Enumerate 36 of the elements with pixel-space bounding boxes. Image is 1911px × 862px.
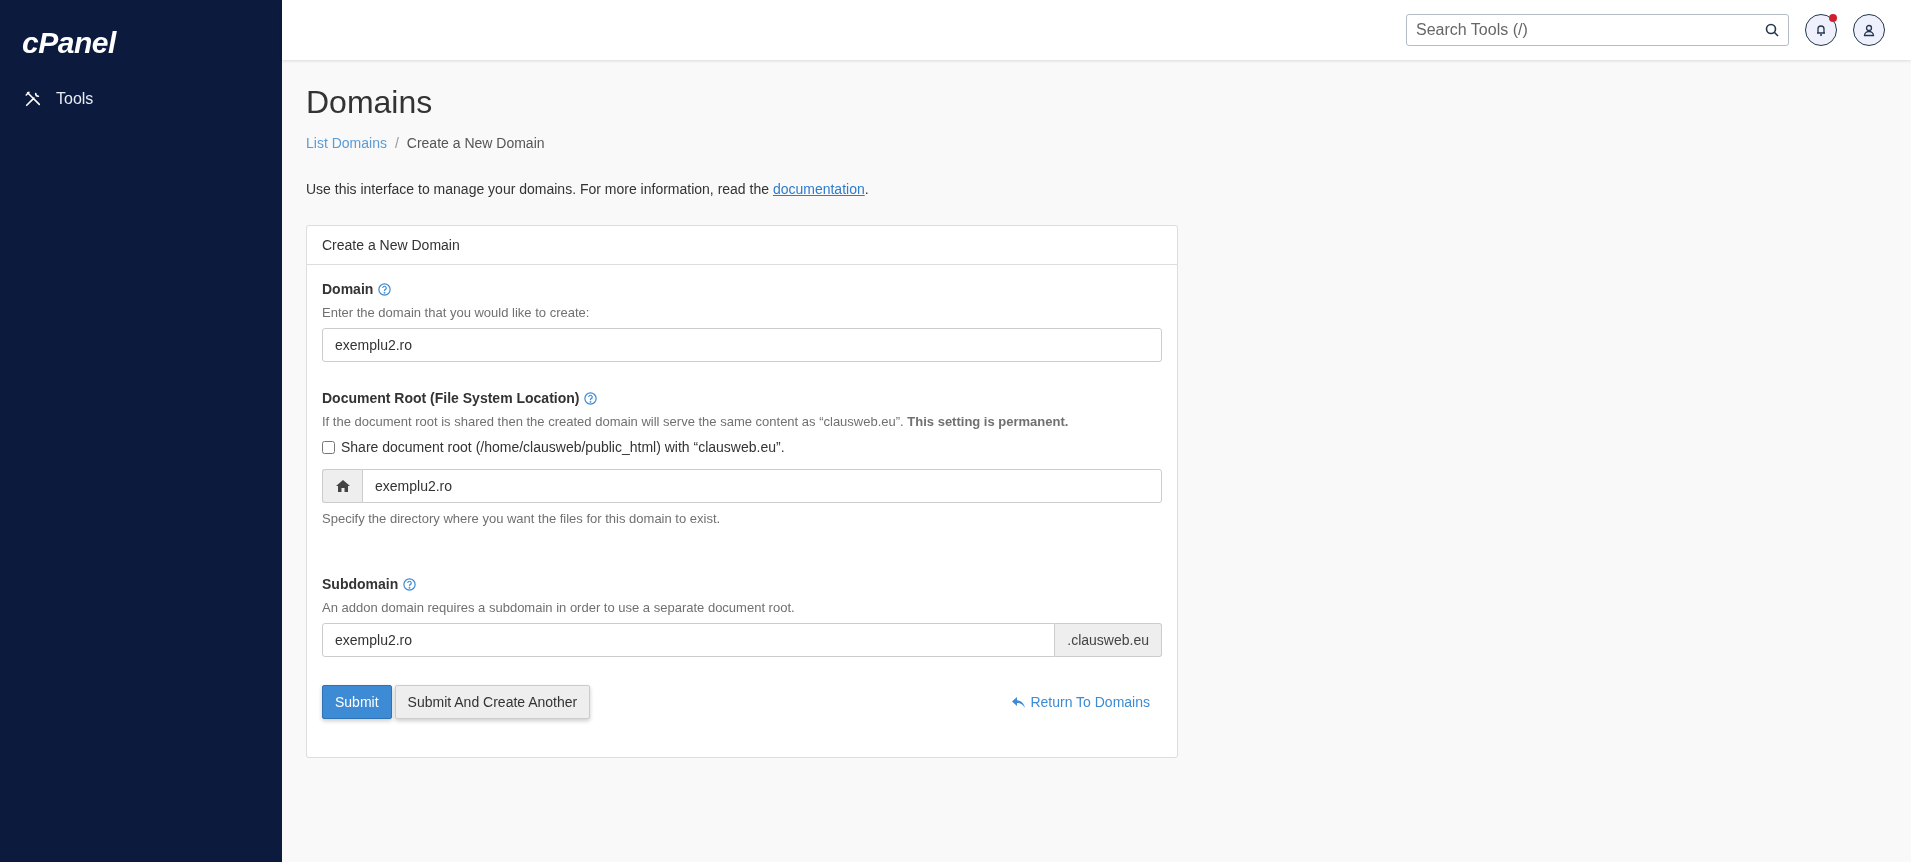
sidebar-item[interactable]: Tools [0,90,118,108]
share-checkbox[interactable] [322,440,335,454]
field-label: Domain [322,281,374,297]
subdomain-input[interactable]: exemplu2.ro [322,623,1056,657]
breadcrumb-current: Create a New Domain [406,135,545,151]
panel-title: Create a New Domain [307,226,1177,265]
help-text: Enter the domain that you would like to create: [322,305,591,320]
submit-button[interactable]: Submit [322,685,392,719]
breadcrumb-separator: / [394,135,399,151]
help-text: If the document root is shared then the created domain will serve the same content as “clausweb.eu”. This setting is permanent. [322,414,1070,429]
help-text: Specify the directory where you want the files for this domain to exist. [322,511,722,526]
help-icon[interactable] [403,577,417,591]
search-icon [1765,23,1779,37]
documentation-link[interactable]: documentation [772,181,865,197]
bell-icon [1814,23,1828,37]
domain-input[interactable]: exemplu2.ro [322,328,1162,362]
checkbox-label: Share document root (/home/clausweb/public_html) with “clausweb.eu”. [341,439,785,455]
page-title: Domains [306,84,434,121]
tools-icon [24,90,42,108]
user-menu-button[interactable] [1853,14,1885,46]
intro-text: Use this interface to manage your domains. For more information, read the documentation. [306,181,870,197]
notifications-button[interactable] [1805,14,1837,46]
search-field[interactable]: Search Tools (/) [1406,14,1789,46]
home-icon [335,480,350,492]
help-icon[interactable] [584,391,598,405]
help-icon[interactable] [378,282,392,296]
field-label: Document Root (File System Location) [322,390,580,406]
reply-arrow-icon [1012,696,1026,708]
field-label: Subdomain [322,576,399,592]
document-root-input[interactable]: exemplu2.ro [362,469,1162,503]
submit-and-create-button[interactable]: Submit And Create Another [394,685,591,719]
user-icon [1862,23,1876,37]
help-text: An addon domain requires a subdomain in order to use a separate document root. [322,600,796,615]
return-link[interactable]: Return To Domains [1012,694,1150,710]
cpanel-logo[interactable]: cPanel [0,0,116,60]
domain-suffix: .clausweb.eu [1055,623,1162,657]
